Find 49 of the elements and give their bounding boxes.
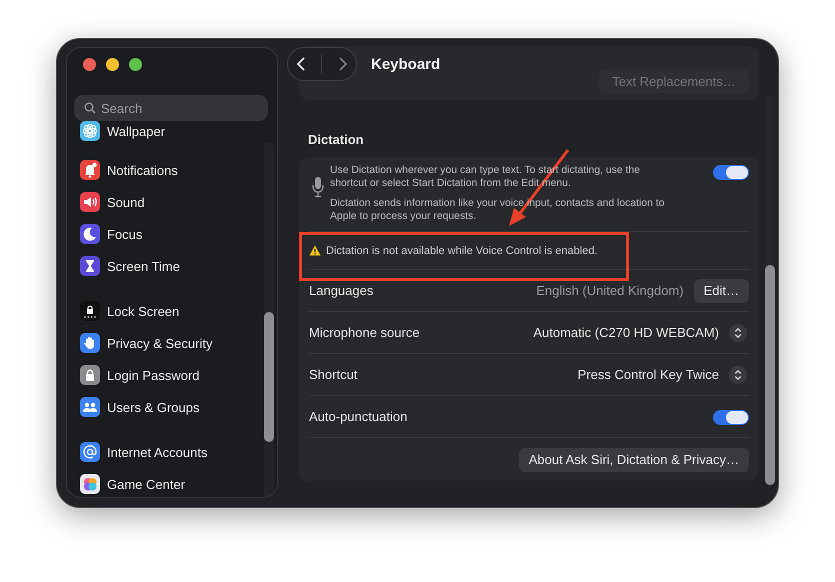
sidebar-item[interactable]: Focus [80,218,250,250]
setting-label: Languages [309,283,374,298]
sidebar-item[interactable]: Sound [80,186,250,218]
sidebar-item[interactable]: Lock Screen [80,295,250,327]
scrollbar-thumb[interactable] [264,312,274,442]
toggle-switch[interactable] [713,165,749,180]
popup-button[interactable]: Automatic (C270 HD WEBCAM) [533,324,749,342]
bell-icon [80,160,100,180]
minimize-button[interactable] [106,58,119,71]
edit-button[interactable]: Edit… [694,278,749,302]
at-sign-icon [80,442,100,462]
flower-icon [80,121,100,141]
colored-bubbles-icon [80,474,100,494]
hourglass-icon [80,256,100,276]
scrollbar[interactable] [264,142,274,497]
close-button[interactable] [83,58,96,71]
up-down-chevron-icon [729,324,747,342]
sidebar-item[interactable]: Internet Accounts [80,436,250,468]
sidebar-item[interactable]: Privacy & Security [80,327,250,359]
privacy-note: Dictation sends information like your voice input, contacts and location to Apple to process your requests. [330,197,666,223]
warning-icon [309,245,321,256]
sidebar-item[interactable]: Users & Groups [80,391,250,423]
about-privacy-button[interactable]: About Ask Siri, Dictation & Privacy… [518,448,749,472]
setting-label: Auto-punctuation [309,409,408,424]
setting-label: Shortcut [309,367,358,382]
search-field[interactable]: Search [74,95,268,121]
microphone-icon [311,176,325,198]
setting-value: English (United Kingdom) [536,283,684,298]
sidebar-item[interactable]: Game Center [80,468,250,497]
toggle-switch[interactable] [713,410,749,424]
moon-icon [80,224,100,244]
people-icon [80,397,100,417]
section-heading: Dictation [308,132,365,147]
zoom-button[interactable] [129,58,142,71]
window-title: Keyboard [371,56,440,72]
hand-icon [80,333,100,353]
setting-label: Microphone source [309,325,420,340]
sidebar-item[interactable]: Notifications [80,154,250,186]
up-down-chevron-icon [729,366,747,384]
sidebar-item[interactable]: Login Password [80,359,250,391]
popup-button[interactable]: Press Control Key Twice [578,366,749,384]
scrollbar[interactable] [765,95,775,487]
speaker-icon [80,192,100,212]
scrollbar-thumb[interactable] [765,265,775,485]
lock-icon [80,301,100,321]
lock-icon [80,365,100,385]
sidebar-item[interactable]: Wallpaper [80,121,250,141]
warning-text: Dictation is not available while Voice Control is enabled. [326,244,598,256]
sidebar-item[interactable]: Screen Time [80,250,250,282]
